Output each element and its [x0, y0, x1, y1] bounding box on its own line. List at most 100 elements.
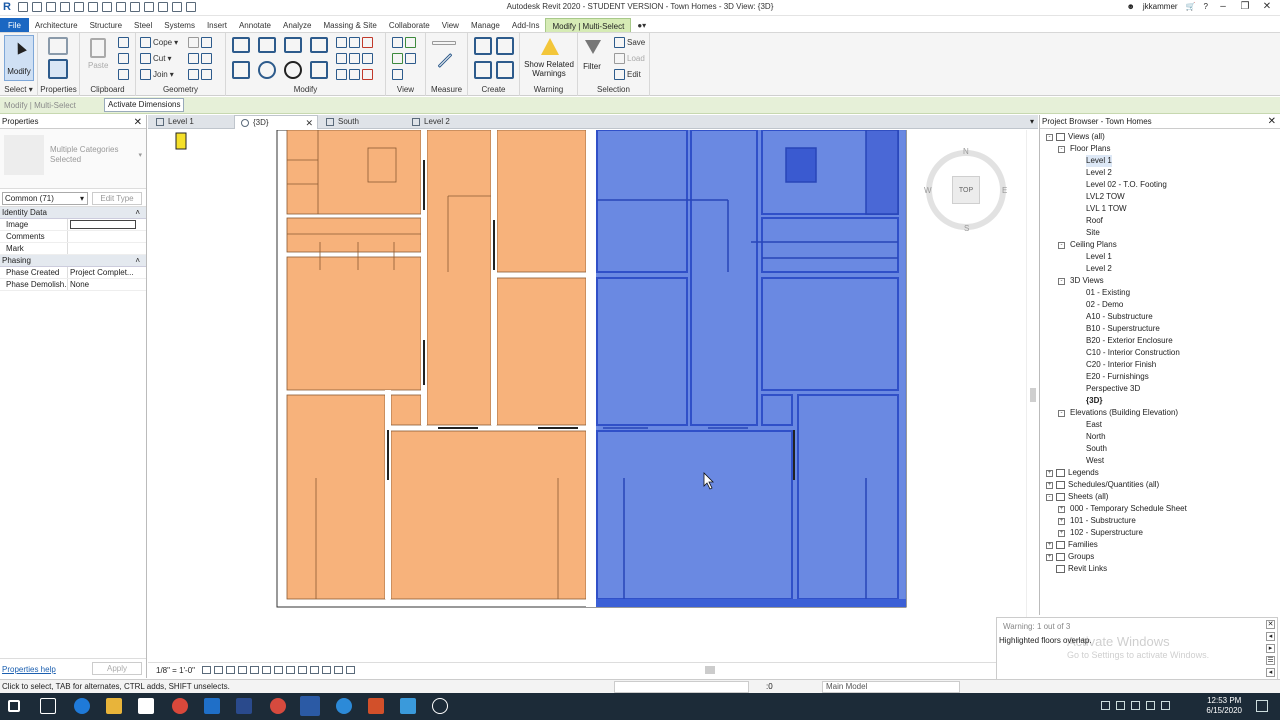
cut-button[interactable]: Cut ▾: [140, 53, 171, 64]
tree-item[interactable]: 01 - Existing: [1040, 287, 1280, 299]
previous-warning-icon[interactable]: ◂: [1266, 632, 1275, 641]
network-icon[interactable]: [1116, 701, 1125, 710]
close-tab-icon[interactable]: ✕: [305, 116, 313, 130]
tree-item[interactable]: East: [1040, 419, 1280, 431]
create-similar-icon[interactable]: [496, 61, 514, 79]
join-button[interactable]: Join ▾: [140, 69, 174, 80]
delete-icon[interactable]: [336, 69, 373, 80]
render-icon[interactable]: [250, 666, 259, 674]
highlight-displacement-icon[interactable]: [346, 666, 355, 674]
save-selection-button[interactable]: Save: [614, 37, 645, 48]
tab-insert[interactable]: Insert: [201, 18, 233, 32]
show-crop-icon[interactable]: [274, 666, 283, 674]
tree-item[interactable]: Level 2: [1040, 167, 1280, 179]
tree-item[interactable]: B20 - Exterior Enclosure: [1040, 335, 1280, 347]
select-dropdown[interactable]: Select ▾: [0, 85, 37, 94]
tab-architecture[interactable]: Architecture: [29, 18, 84, 32]
edge-icon[interactable]: [74, 698, 90, 714]
tree-item[interactable]: B10 - Superstructure: [1040, 323, 1280, 335]
create-parts-icon[interactable]: [496, 37, 514, 55]
tree-item[interactable]: Level 1: [1040, 251, 1280, 263]
battery-icon[interactable]: [1131, 701, 1140, 710]
collapse-icon[interactable]: ◂: [1266, 668, 1275, 677]
trim-icon[interactable]: [310, 61, 328, 79]
tree-item[interactable]: South: [1040, 443, 1280, 455]
media-icon[interactable]: [270, 698, 286, 714]
mail-icon[interactable]: [204, 698, 220, 714]
modify-button[interactable]: Modify: [4, 35, 34, 81]
cart-icon[interactable]: 🛒: [1186, 2, 1196, 11]
group-identity-data[interactable]: Identity Data ˄: [0, 207, 146, 219]
tab-overflow-icon[interactable]: ●▾: [631, 18, 652, 32]
collapse-toggle-icon[interactable]: -: [1058, 242, 1065, 249]
expand-toggle-icon[interactable]: +: [1058, 530, 1065, 537]
rotate-icon[interactable]: [284, 61, 302, 79]
horizontal-scroll-thumb[interactable]: [705, 666, 715, 674]
tree-item[interactable]: + Schedules/Quantities (all): [1040, 479, 1280, 491]
edit-selection-button[interactable]: Edit: [614, 69, 641, 80]
show-related-warnings-button[interactable]: Show Related Warnings: [522, 36, 576, 80]
open-icon[interactable]: [18, 2, 28, 12]
view-tab-3d[interactable]: {3D} ✕: [234, 115, 318, 129]
project-browser-close-icon[interactable]: ✕: [1268, 115, 1276, 129]
offset-icon[interactable]: [258, 37, 276, 53]
sync-icon[interactable]: [46, 2, 56, 12]
tree-item[interactable]: Level 02 - T.O. Footing: [1040, 179, 1280, 191]
properties-icon[interactable]: [48, 59, 68, 79]
store-icon[interactable]: [138, 698, 154, 714]
collapse-toggle-icon[interactable]: -: [1058, 410, 1065, 417]
expand-toggle-icon[interactable]: +: [1058, 506, 1065, 513]
clock-app-icon[interactable]: [432, 698, 448, 714]
collapse-toggle-icon[interactable]: -: [1046, 134, 1053, 141]
tab-file[interactable]: File: [0, 18, 29, 32]
viewcube-west[interactable]: W: [924, 186, 932, 195]
powerpoint-icon[interactable]: [368, 698, 384, 714]
workset-select[interactable]: [614, 681, 749, 693]
comments-value[interactable]: [68, 231, 146, 242]
view-tab-level-2[interactable]: Level 2: [406, 115, 490, 129]
tree-item[interactable]: - Elevations (Building Elevation): [1040, 407, 1280, 419]
collapse-toggle-icon[interactable]: -: [1058, 146, 1065, 153]
teams-icon[interactable]: [336, 698, 352, 714]
properties-close-icon[interactable]: ✕: [134, 116, 142, 130]
viewcube[interactable]: N W E S TOP: [924, 147, 1007, 233]
dimension-tool-icon[interactable]: [436, 53, 454, 68]
next-warning-icon[interactable]: ▸: [1266, 644, 1275, 653]
3d-view-icon[interactable]: [144, 2, 154, 12]
tab-annotate[interactable]: Annotate: [233, 18, 277, 32]
detail-level-icon[interactable]: [202, 666, 211, 674]
tree-item[interactable]: Revit Links: [1040, 563, 1280, 575]
edit-type-button[interactable]: Edit Type: [92, 192, 142, 205]
revit-taskbar-icon[interactable]: [300, 696, 320, 716]
tab-steel[interactable]: Steel: [128, 18, 158, 32]
activate-dimensions-button[interactable]: Activate Dimensions: [104, 98, 185, 112]
view-tab-level-1[interactable]: Level 1: [150, 115, 234, 129]
tabs-menu-icon[interactable]: ▾: [1030, 117, 1034, 126]
drawing-canvas[interactable]: N W E S TOP: [148, 130, 1038, 662]
tree-item[interactable]: Perspective 3D: [1040, 383, 1280, 395]
tree-item[interactable]: West: [1040, 455, 1280, 467]
tree-item[interactable]: - Sheets (all): [1040, 491, 1280, 503]
group-phasing[interactable]: Phasing ˄: [0, 255, 146, 267]
geometry-tool-3[interactable]: [188, 69, 212, 80]
tree-item[interactable]: - Floor Plans: [1040, 143, 1280, 155]
taskbar-clock[interactable]: 12:53 PM 6/15/2020: [1206, 696, 1242, 716]
tree-item[interactable]: {3D}: [1040, 395, 1280, 407]
notifications-icon[interactable]: [1256, 700, 1268, 712]
copy-icon[interactable]: [258, 61, 276, 79]
section-icon[interactable]: [158, 2, 168, 12]
app-icon[interactable]: [400, 698, 416, 714]
expand-toggle-icon[interactable]: +: [1058, 518, 1065, 525]
copy-clip-icon[interactable]: [118, 53, 129, 64]
dimension-icon[interactable]: [116, 2, 126, 12]
array-icon[interactable]: [336, 53, 373, 64]
create-group-icon[interactable]: [474, 61, 492, 79]
people-icon[interactable]: [1101, 701, 1110, 710]
photos-icon[interactable]: [236, 698, 252, 714]
view-scale[interactable]: 1/8" = 1'-0": [156, 666, 195, 675]
blue-floor-highlight[interactable]: [596, 130, 906, 607]
volume-icon[interactable]: [1146, 701, 1155, 710]
tree-item[interactable]: LVL 1 TOW: [1040, 203, 1280, 215]
save-icon[interactable]: [32, 2, 42, 12]
language-icon[interactable]: [1161, 701, 1170, 710]
